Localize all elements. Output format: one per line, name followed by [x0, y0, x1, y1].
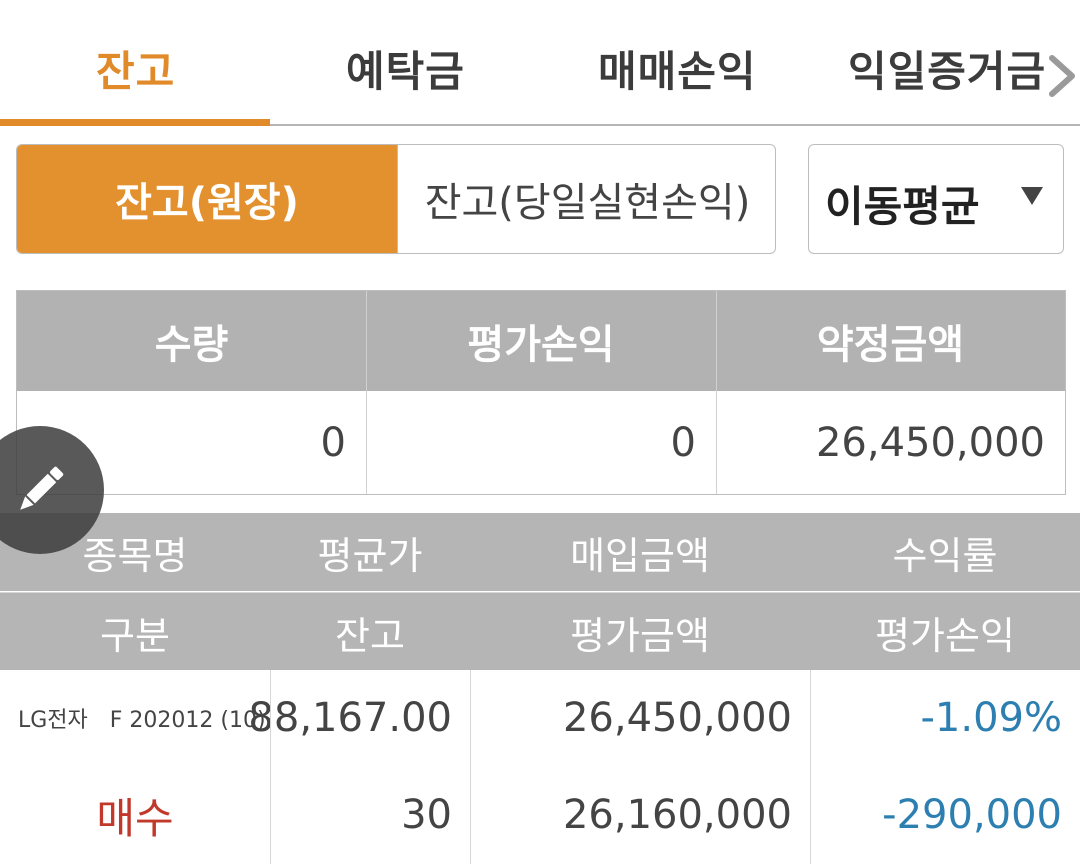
holding-eval-pl: -290,000	[882, 792, 1062, 838]
tab-bar: 잔고 예탁금 매매손익 익일증거금	[0, 0, 1080, 126]
balance-view-segment: 잔고(원장) 잔고(당일실현손익)	[16, 144, 776, 254]
tab-next-day-margin[interactable]: 익일증거금	[848, 38, 1046, 99]
header-avg-price: 평균가	[317, 533, 423, 578]
summary-table: 수량 평가손익 약정금액 0 0 26,450,000	[16, 290, 1066, 495]
active-tab-indicator	[0, 119, 270, 126]
segment-realized-pl-balance[interactable]: 잔고(당일실현손익)	[397, 145, 775, 253]
summary-contract-amount-value: 26,450,000	[815, 420, 1045, 466]
tab-balance[interactable]: 잔고	[96, 38, 175, 99]
holding-name: LG전자 F 202012 (10)	[18, 708, 266, 733]
column-divider	[810, 670, 811, 864]
caret-down-icon	[1021, 187, 1043, 205]
tab-trading-pl[interactable]: 매매손익	[598, 38, 757, 99]
summary-header-eval-pl: 평가손익	[467, 322, 615, 368]
holding-balance: 30	[401, 792, 452, 838]
price-method-select[interactable]: 이동평균	[808, 144, 1064, 254]
holding-eval-amount: 26,160,000	[562, 792, 792, 838]
holding-row-top[interactable]: LG전자 F 202012 (10) 88,167.00 26,450,000 …	[0, 670, 1080, 766]
header-eval-amount: 평가금액	[570, 613, 710, 658]
tab-deposit[interactable]: 예탁금	[346, 38, 465, 99]
column-divider	[470, 670, 471, 864]
column-divider	[716, 291, 717, 494]
holdings-header-row-2: 구분 잔고 평가금액 평가손익	[0, 592, 1080, 670]
holdings-header-row-1: 종목명 평균가 매입금액 수익률	[0, 513, 1080, 591]
summary-values: 0 0 26,450,000	[17, 392, 1065, 494]
segment-ledger-balance[interactable]: 잔고(원장)	[17, 145, 397, 253]
column-divider	[270, 670, 271, 864]
chevron-right-icon[interactable]	[1044, 52, 1080, 100]
holding-row-bottom[interactable]: 매수 30 26,160,000 -290,000	[0, 766, 1080, 864]
column-divider	[366, 291, 367, 494]
summary-eval-pl-value: 0	[670, 420, 696, 466]
header-balance: 잔고	[335, 613, 405, 658]
holding-side: 매수	[96, 793, 174, 843]
header-side: 구분	[100, 613, 170, 658]
summary-header-contract-amount: 약정금액	[816, 322, 965, 368]
summary-header: 수량 평가손익 약정금액	[17, 291, 1065, 391]
header-eval-pl: 평가손익	[875, 613, 1015, 658]
pencil-icon	[20, 466, 64, 510]
holding-return-rate: -1.09%	[920, 695, 1062, 741]
header-purchase-amount: 매입금액	[570, 533, 710, 578]
header-return-rate: 수익률	[892, 533, 998, 578]
summary-header-quantity: 수량	[154, 322, 229, 368]
holding-avg-price: 88,167.00	[248, 695, 452, 741]
price-method-value: 이동평균	[825, 182, 980, 231]
holding-purchase-amount: 26,450,000	[562, 695, 792, 741]
